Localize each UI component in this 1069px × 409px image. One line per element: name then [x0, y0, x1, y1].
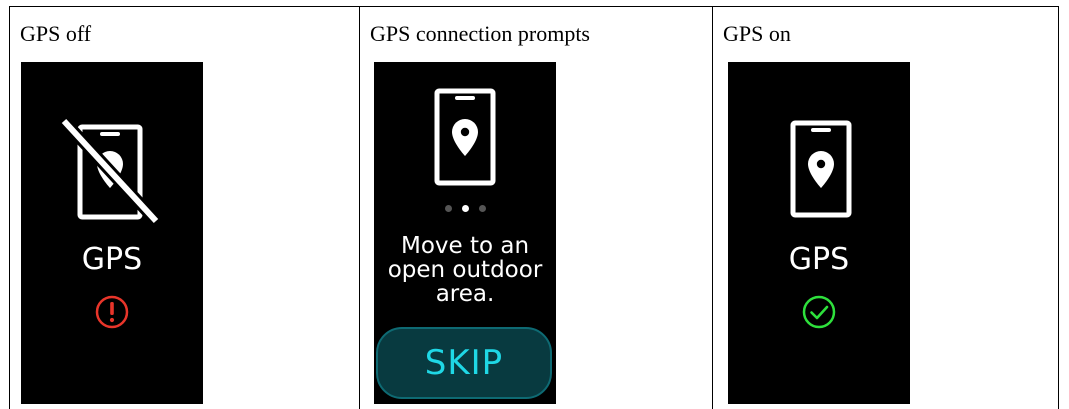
watch-screen-gps-off: GPS [21, 62, 203, 404]
alert-circle-icon [95, 295, 129, 329]
gps-label: GPS [81, 242, 143, 277]
gps-label: GPS [788, 242, 850, 277]
column-gps-off: GPS off GPS [10, 7, 359, 409]
pager-dots [374, 199, 556, 217]
gps-disabled-phone-icon [59, 117, 161, 226]
column-title: GPS on [723, 21, 791, 46]
phone-location-icon [434, 88, 496, 186]
column-title: GPS connection prompts [370, 21, 590, 46]
watch-screen-gps-prompt: Move to an open outdoor area. SKIP [374, 62, 556, 404]
comparison-table: GPS off GPS GPS connection prompts Move … [9, 6, 1059, 409]
prompt-message: Move to an open outdoor area. [374, 234, 556, 306]
check-circle-icon [802, 295, 836, 329]
prompt-line: open outdoor [387, 257, 543, 283]
watch-screen-gps-on: GPS [728, 62, 910, 404]
pager-dot [478, 205, 486, 212]
skip-button[interactable]: SKIP [376, 327, 552, 399]
column-gps-on: GPS on GPS [712, 7, 1060, 409]
prompt-line: area. [435, 281, 495, 307]
phone-location-icon [790, 120, 852, 218]
column-title: GPS off [20, 21, 92, 46]
column-gps-connection-prompts: GPS connection prompts Move to an open o… [359, 7, 713, 409]
pager-dot [444, 205, 452, 212]
prompt-line: Move to an [400, 233, 530, 259]
pager-dot-active [461, 205, 469, 212]
